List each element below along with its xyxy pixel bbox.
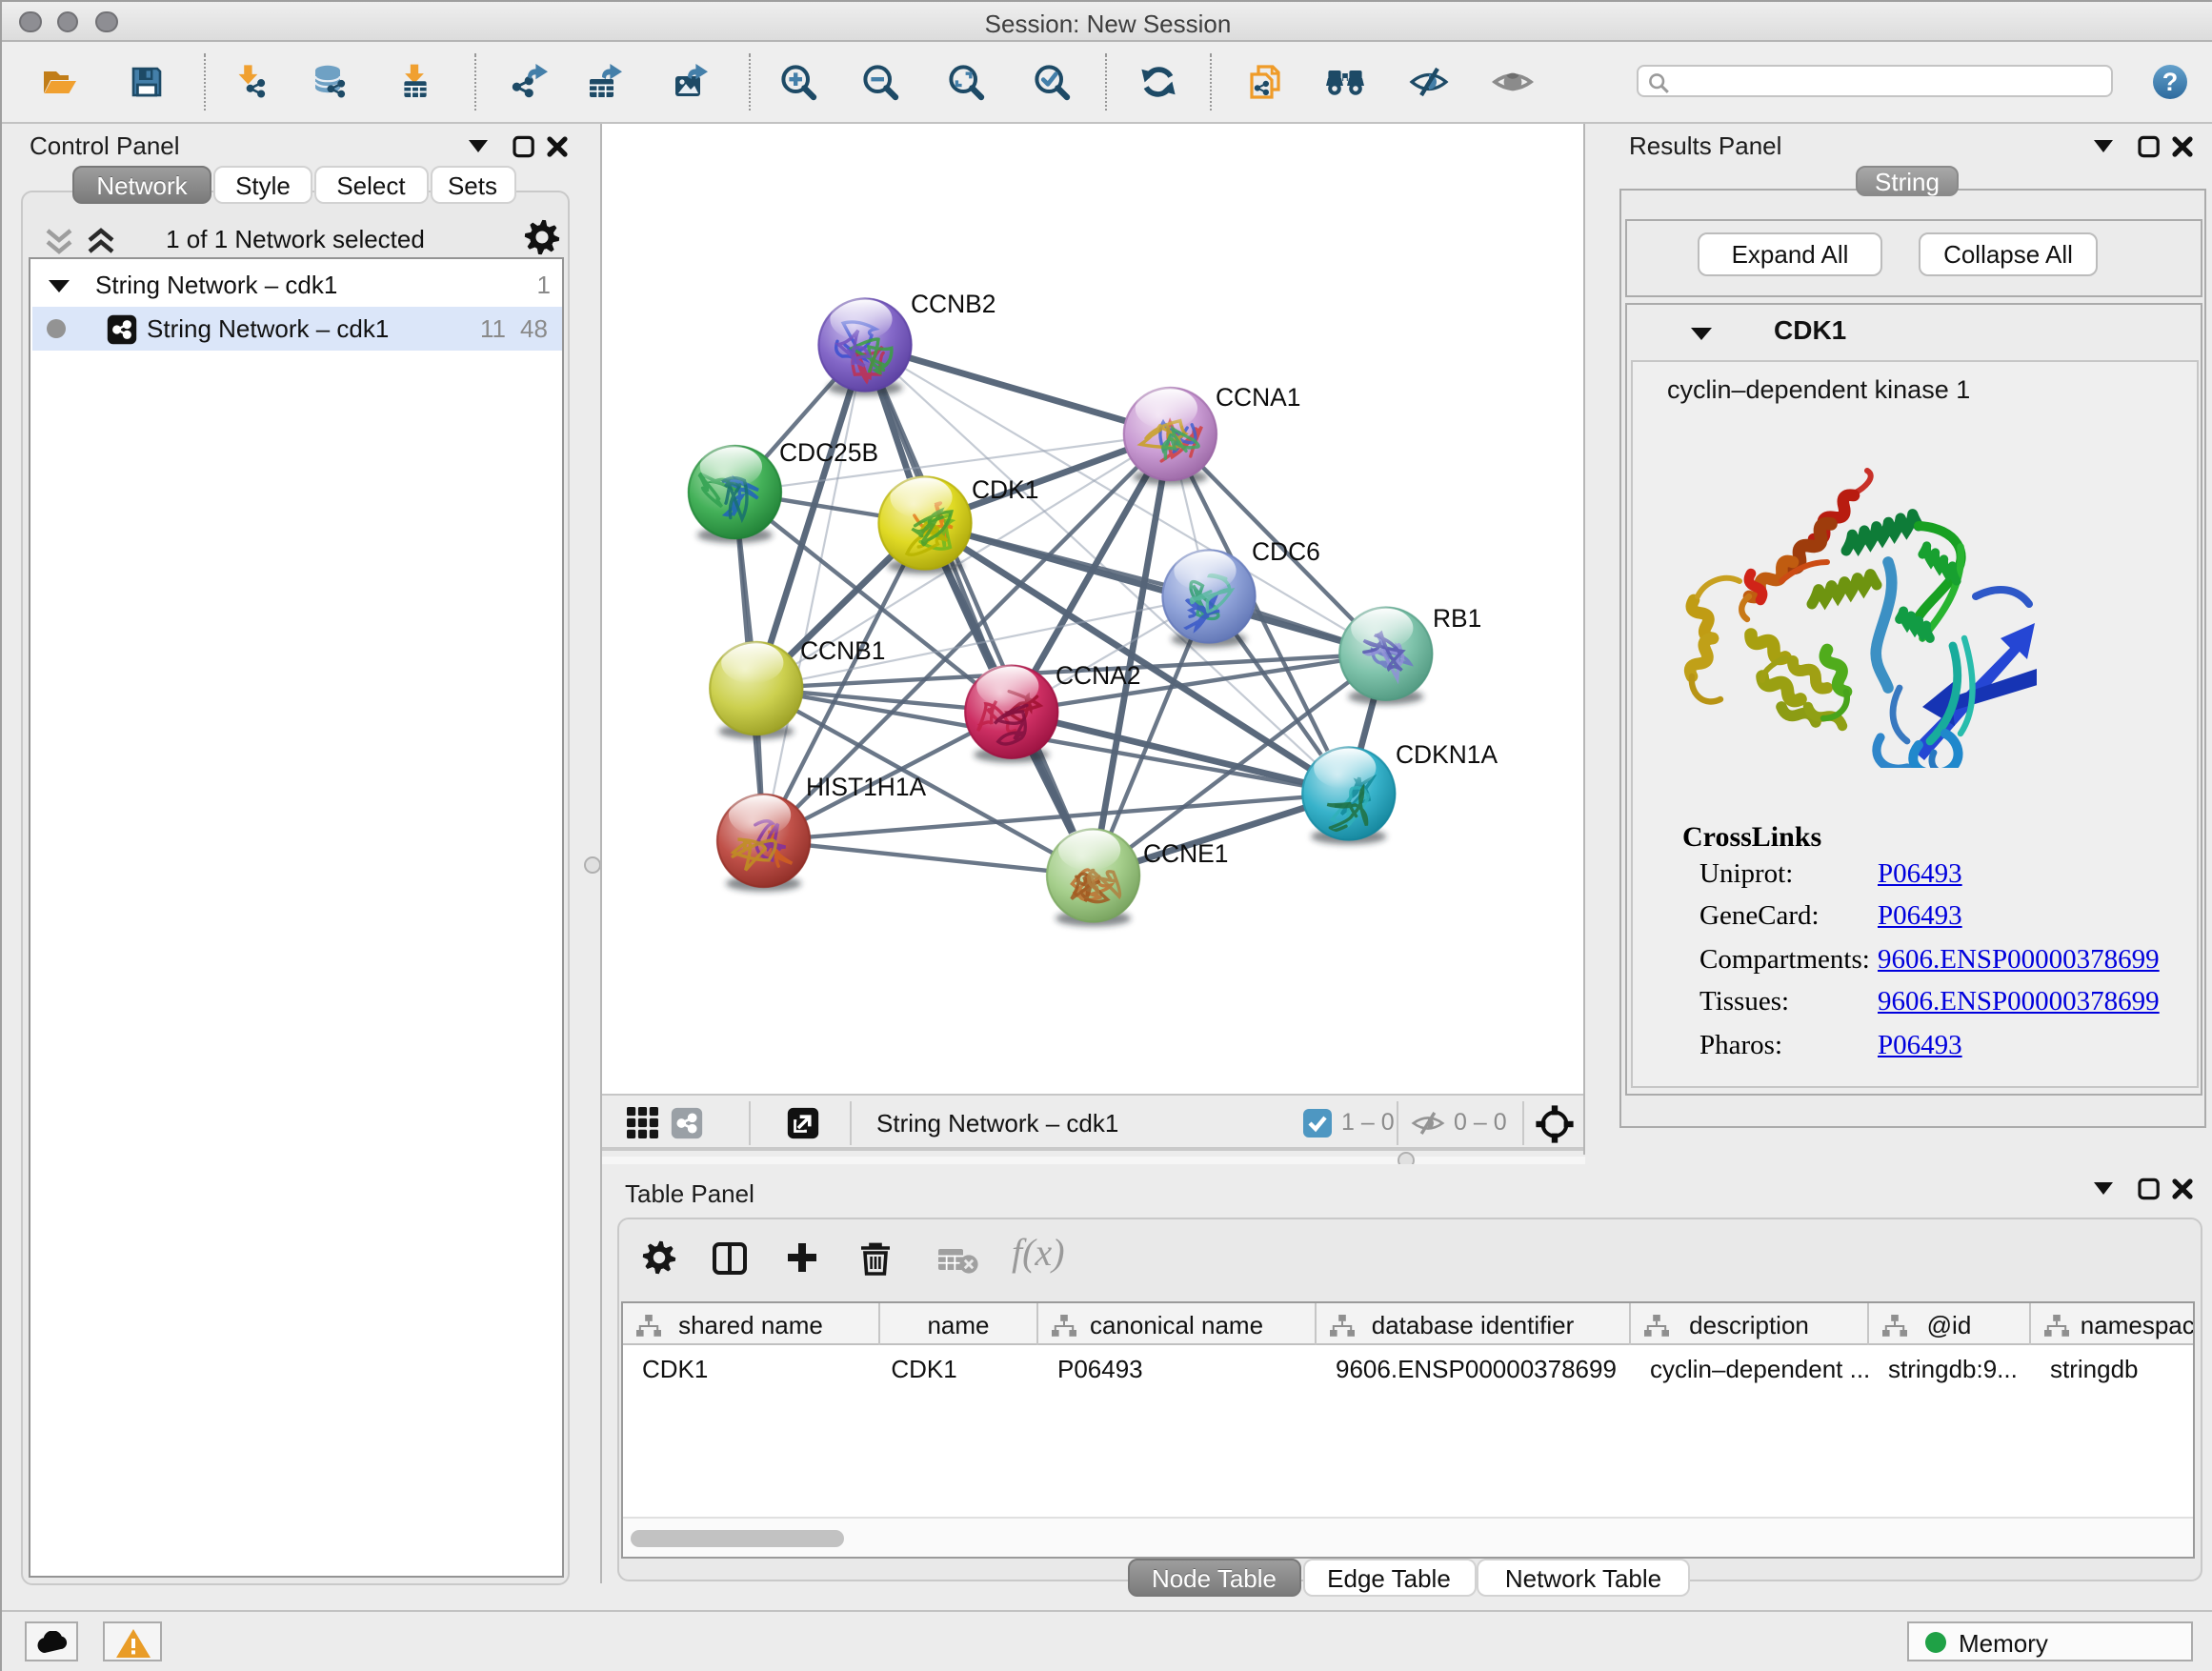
svg-text:CCNB2: CCNB2 bbox=[911, 289, 995, 317]
svg-text:HIST1H1A: HIST1H1A bbox=[806, 772, 927, 800]
svg-text:CCNE1: CCNE1 bbox=[1143, 838, 1228, 867]
svg-text:RB1: RB1 bbox=[1433, 603, 1481, 632]
svg-text:CDKN1A: CDKN1A bbox=[1396, 739, 1498, 768]
svg-text:CCNA1: CCNA1 bbox=[1216, 382, 1300, 411]
svg-text:CCNA2: CCNA2 bbox=[1056, 660, 1140, 689]
svg-text:CCNB1: CCNB1 bbox=[800, 635, 885, 664]
svg-text:?: ? bbox=[2162, 69, 2179, 97]
svg-text:CDK1: CDK1 bbox=[972, 474, 1038, 503]
svg-text:CDC6: CDC6 bbox=[1252, 536, 1320, 565]
svg-text:CDC25B: CDC25B bbox=[779, 437, 878, 466]
